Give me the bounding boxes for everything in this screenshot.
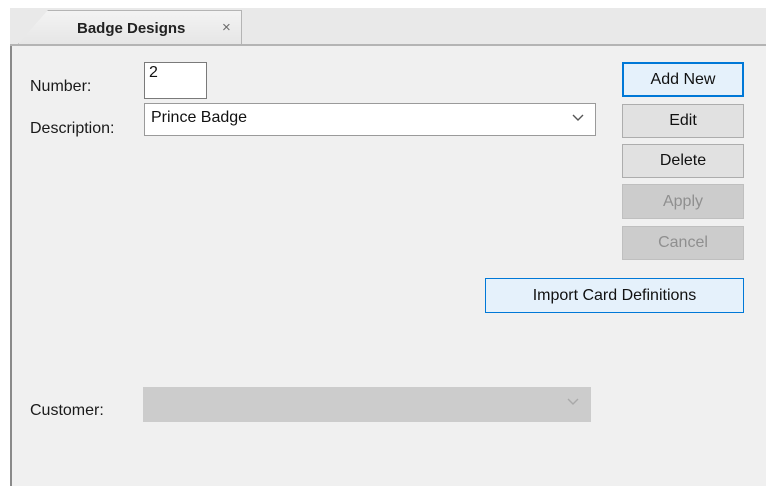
add-new-button[interactable]: Add New xyxy=(622,62,744,97)
edit-button[interactable]: Edit xyxy=(622,104,744,138)
badge-designs-panel: Number: 2 Description: Prince Badge Add … xyxy=(10,46,766,486)
tab-strip: Badge Designs × xyxy=(10,8,766,46)
description-value: Prince Badge xyxy=(151,109,248,126)
tab-title: Badge Designs xyxy=(77,20,186,37)
delete-button[interactable]: Delete xyxy=(622,144,744,178)
number-label: Number: xyxy=(30,78,92,95)
description-dropdown[interactable]: Prince Badge xyxy=(144,103,596,136)
chevron-down-icon xyxy=(567,398,579,405)
cancel-button[interactable]: Cancel xyxy=(622,226,744,260)
close-icon[interactable]: × xyxy=(222,20,231,35)
window-frame: Badge Designs × Number: 2 Description: P… xyxy=(0,0,766,486)
chevron-down-icon xyxy=(572,114,584,121)
tab-badge-designs[interactable]: Badge Designs × xyxy=(18,10,242,44)
customer-label: Customer: xyxy=(30,402,104,419)
number-field[interactable]: 2 xyxy=(144,62,207,99)
apply-button[interactable]: Apply xyxy=(622,184,744,219)
customer-dropdown[interactable] xyxy=(143,387,591,422)
description-label: Description: xyxy=(30,120,115,137)
import-card-definitions-button[interactable]: Import Card Definitions xyxy=(485,278,744,313)
